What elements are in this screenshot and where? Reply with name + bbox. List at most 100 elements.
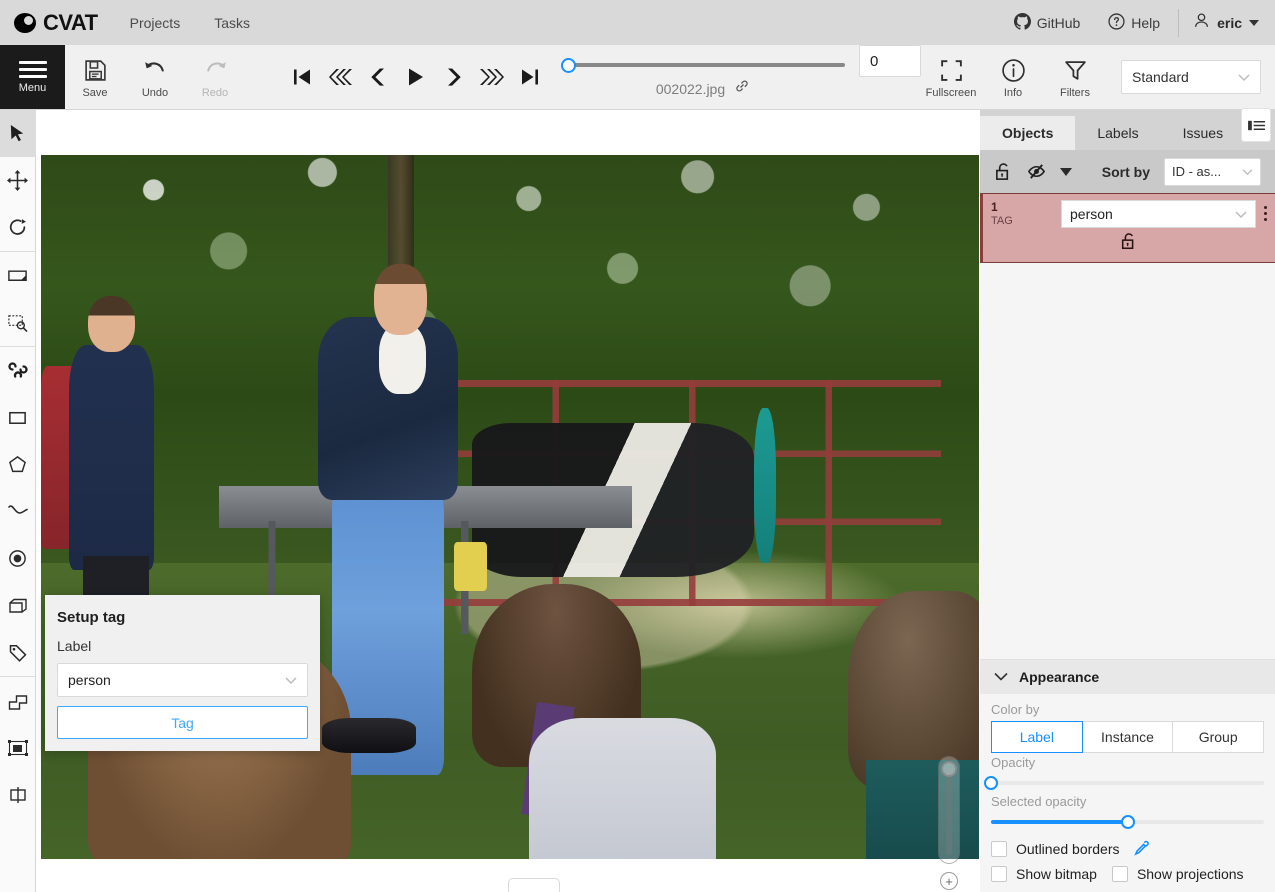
image-detail: [453, 542, 487, 592]
cvat-logo[interactable]: CVAT: [14, 10, 98, 36]
chevron-down-icon[interactable]: [994, 668, 1008, 686]
redo-button[interactable]: Redo: [185, 45, 245, 109]
tag-submit-button[interactable]: Tag: [57, 706, 308, 739]
color-by-instance-button[interactable]: Instance: [1081, 721, 1174, 753]
ai-tools[interactable]: [0, 347, 36, 394]
opacity-slider-handle[interactable]: [984, 776, 998, 790]
setup-tag-title: Setup tag: [57, 609, 126, 626]
polyline-tool[interactable]: [0, 488, 36, 535]
rotate-tool[interactable]: [0, 204, 36, 251]
nav-projects[interactable]: Projects: [130, 15, 181, 31]
fullscreen-button[interactable]: Fullscreen: [921, 55, 981, 99]
object-item-header: 1 TAG person: [991, 200, 1267, 228]
annotation-canvas[interactable]: + Setup tag Label person Tag: [36, 110, 980, 892]
zoom-slider-handle[interactable]: [941, 761, 957, 777]
collapse-sidebar-button[interactable]: [1241, 108, 1271, 142]
unlock-all-icon[interactable]: [994, 162, 1013, 182]
nav-tasks[interactable]: Tasks: [214, 15, 250, 31]
forward-jump-button[interactable]: [475, 57, 509, 97]
image-detail: [373, 264, 427, 335]
canvas-zoom-slider[interactable]: [938, 756, 960, 864]
play-button[interactable]: [399, 57, 433, 97]
unlock-icon[interactable]: [1120, 232, 1138, 256]
chevron-down-icon: [1235, 206, 1247, 222]
frame-slider-handle[interactable]: [561, 57, 576, 73]
object-label-select[interactable]: person: [1061, 200, 1256, 228]
sort-by-value: ID - as...: [1172, 164, 1222, 179]
selected-opacity-caption: Selected opacity: [991, 794, 1087, 809]
object-id-block: 1 TAG: [991, 200, 1061, 228]
frame-filename: 002022.jpg: [655, 80, 726, 97]
show-bitmap-label: Show bitmap: [1016, 866, 1097, 882]
color-picker-icon[interactable]: [1133, 840, 1150, 857]
setup-tag-label-select[interactable]: person: [57, 663, 308, 697]
expand-all-caret-icon[interactable]: [1060, 167, 1072, 176]
fit-image-tool[interactable]: [0, 252, 36, 299]
help-icon: [1108, 12, 1125, 33]
group-tool[interactable]: [0, 724, 36, 771]
sort-by-select[interactable]: ID - as...: [1164, 157, 1261, 186]
last-frame-button[interactable]: [513, 57, 547, 97]
opacity-slider[interactable]: [984, 774, 1264, 792]
next-frame-button[interactable]: [437, 57, 471, 97]
appearance-title: Appearance: [1019, 669, 1100, 685]
frame-image[interactable]: [41, 155, 979, 859]
points-tool[interactable]: [0, 535, 36, 582]
zoom-slider-track: [946, 767, 952, 855]
first-frame-button[interactable]: [285, 57, 319, 97]
cursor-tool[interactable]: [0, 110, 36, 157]
frame-number-input[interactable]: [859, 45, 921, 77]
chevron-down-icon: [1249, 19, 1259, 26]
tag-tool[interactable]: [0, 629, 36, 676]
polygon-tool[interactable]: [0, 441, 36, 488]
zoom-in-button[interactable]: +: [940, 872, 958, 890]
outlined-borders-checkbox[interactable]: [991, 840, 1007, 857]
selected-opacity-slider[interactable]: [991, 813, 1264, 831]
undo-button[interactable]: Undo: [125, 45, 185, 109]
show-bitmap-checkbox[interactable]: [991, 866, 1007, 882]
show-projections-checkbox[interactable]: [1111, 866, 1128, 882]
tab-issues[interactable]: Issues: [1161, 116, 1245, 150]
filters-button[interactable]: Filters: [1045, 55, 1105, 99]
image-detail: [753, 408, 777, 564]
select-region-tool[interactable]: [0, 299, 36, 346]
top-header: CVAT Projects Tasks GitHub Help eric: [0, 0, 1275, 45]
rectangle-tool[interactable]: [0, 394, 36, 441]
objects-list[interactable]: 1 TAG person: [980, 193, 1275, 659]
object-menu-icon[interactable]: [1264, 200, 1267, 221]
outlined-borders-row: Outlined borders: [991, 840, 1264, 857]
color-by-label-button[interactable]: Label: [991, 721, 1083, 753]
frame-slider[interactable]: [561, 55, 845, 75]
setup-tag-popover: Setup tag Label person Tag: [45, 595, 320, 751]
github-link[interactable]: GitHub: [1000, 12, 1095, 33]
tab-objects[interactable]: Objects: [980, 116, 1076, 150]
color-by-caption: Color by: [991, 702, 1040, 717]
save-button[interactable]: Save: [65, 45, 125, 109]
merge-tool[interactable]: [0, 677, 36, 724]
workspace-select[interactable]: Standard: [1121, 60, 1261, 94]
tab-labels[interactable]: Labels: [1075, 116, 1160, 150]
color-by-group-button[interactable]: Group: [1172, 721, 1265, 753]
selected-opacity-slider-handle[interactable]: [1120, 815, 1135, 829]
undo-label: Undo: [141, 87, 169, 99]
cuboid-tool[interactable]: [0, 582, 36, 629]
info-button[interactable]: Info: [983, 55, 1043, 99]
menu-button[interactable]: Menu: [0, 45, 65, 109]
object-item-1[interactable]: 1 TAG person: [980, 193, 1275, 263]
user-name: eric: [1217, 14, 1242, 31]
chevron-down-icon: [1238, 69, 1250, 85]
filter-icon: [1063, 55, 1088, 85]
split-tool[interactable]: [0, 771, 36, 818]
help-link[interactable]: Help: [1094, 12, 1174, 33]
redo-icon: [202, 55, 229, 85]
object-type: TAG: [991, 215, 1013, 227]
back-jump-button[interactable]: [323, 57, 357, 97]
move-image-tool[interactable]: [0, 157, 36, 204]
header-divider: [1178, 8, 1180, 37]
canvas-bottom-button[interactable]: [508, 878, 560, 892]
hide-all-icon[interactable]: [1027, 162, 1046, 181]
user-menu[interactable]: eric: [1183, 12, 1275, 34]
copy-link-icon[interactable]: [734, 78, 750, 99]
previous-frame-button[interactable]: [361, 57, 395, 97]
appearance-header[interactable]: Appearance: [980, 660, 1275, 694]
